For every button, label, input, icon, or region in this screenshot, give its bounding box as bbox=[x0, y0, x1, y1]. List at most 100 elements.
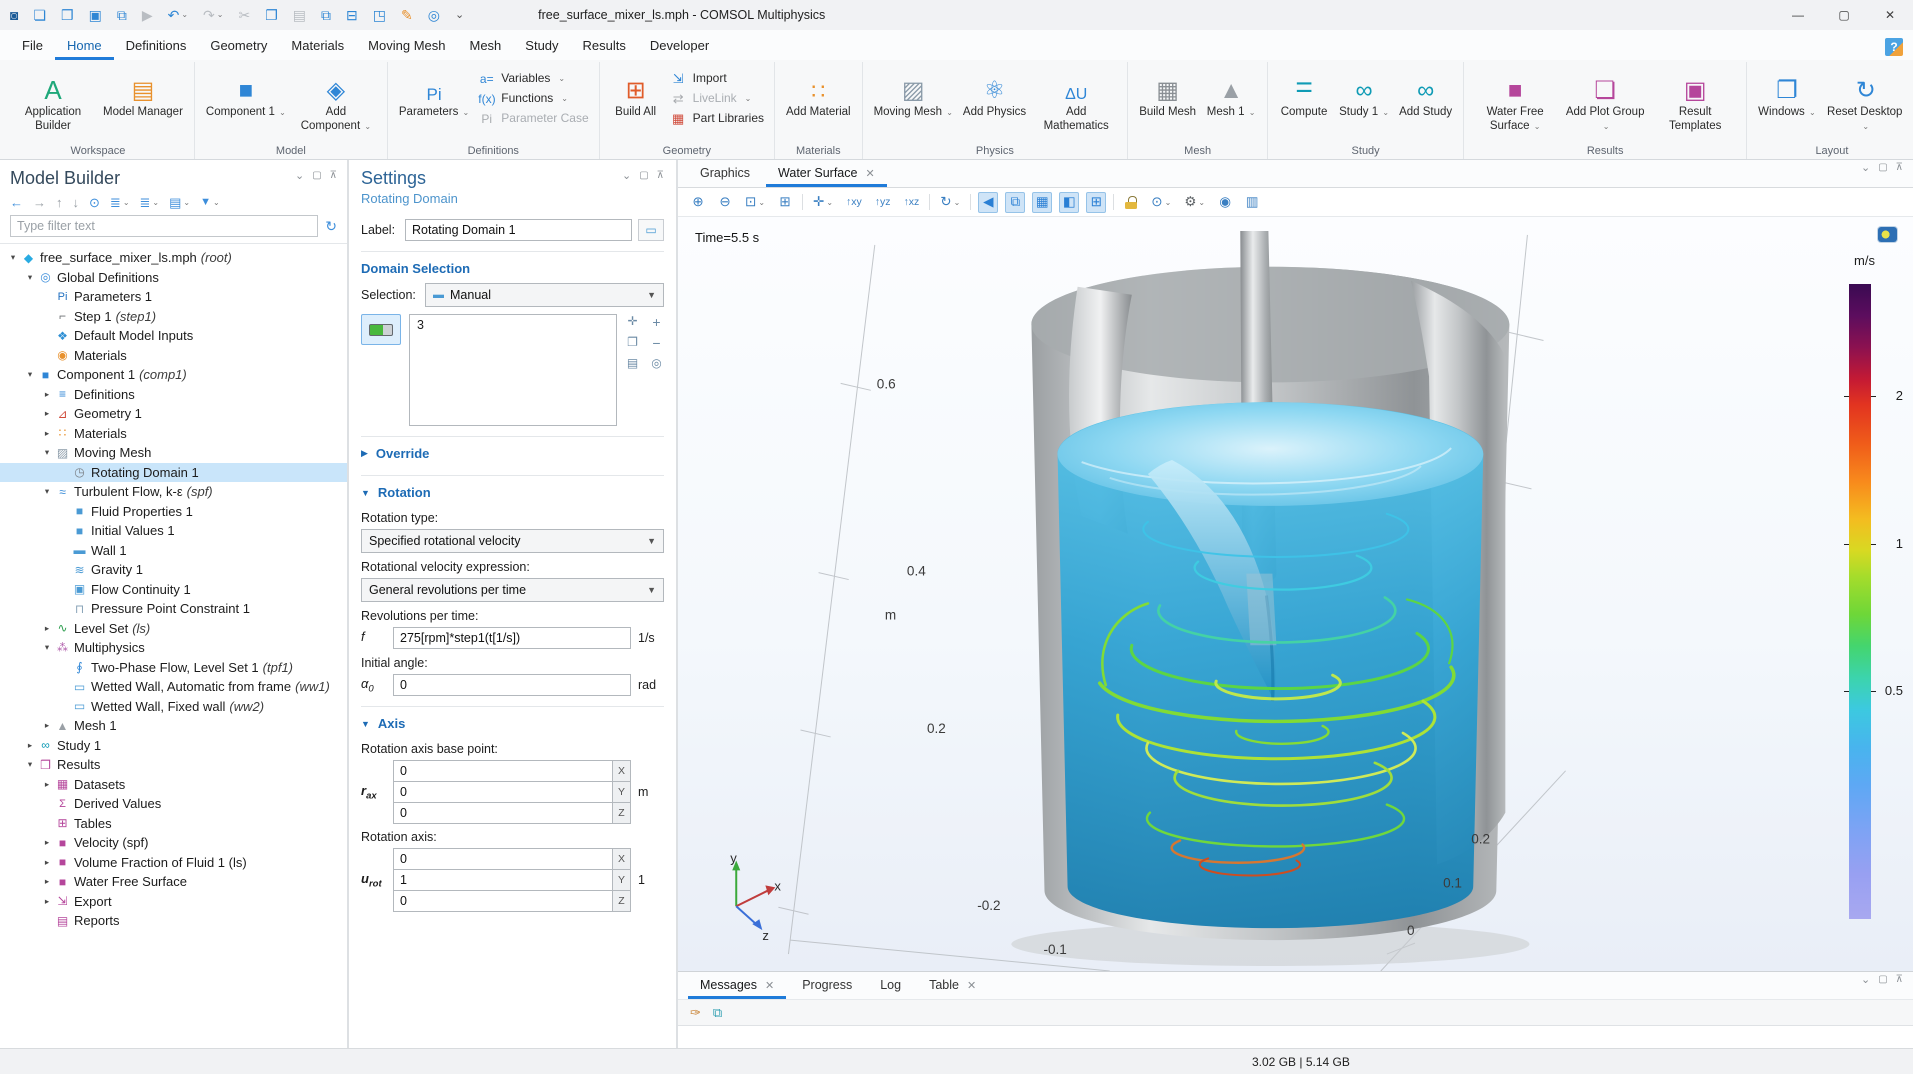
tree-expand-arrow[interactable]: ▸ bbox=[40, 779, 54, 790]
axis-section-header[interactable]: ▼ Axis bbox=[361, 710, 664, 735]
water-free-surface-button[interactable]: ■Water Free Surface ⌄ bbox=[1471, 64, 1559, 142]
snapshot-button[interactable]: ◉ bbox=[1215, 192, 1235, 213]
base-point-y-input[interactable] bbox=[393, 781, 612, 803]
copy-button[interactable]: ❐ bbox=[265, 8, 278, 22]
print-button[interactable]: ▥ bbox=[1242, 192, 1262, 213]
customize-toolbar-button[interactable]: ⌄ bbox=[455, 10, 464, 21]
tree-collapse-arrow[interactable]: ▾ bbox=[23, 369, 37, 380]
menu-tab-moving-mesh[interactable]: Moving Mesh bbox=[356, 32, 457, 60]
tree-collapse-arrow[interactable]: ▾ bbox=[23, 272, 37, 283]
parameters-button[interactable]: PiParameters ⌄ bbox=[395, 64, 473, 142]
visualization-button[interactable]: ⊙⌄ bbox=[1148, 192, 1174, 213]
scene-light-button[interactable]: ◀ bbox=[978, 192, 998, 213]
view-yz-button[interactable]: ↑yz bbox=[872, 192, 894, 213]
information-tab-log[interactable]: Log bbox=[868, 972, 913, 999]
transparency-button[interactable]: ⧉ bbox=[1005, 192, 1025, 213]
result-templates-button[interactable]: ▣Result Templates bbox=[1651, 64, 1739, 142]
view-button[interactable]: ▤⌄ bbox=[169, 196, 190, 209]
select-highlight-button[interactable]: ◧ bbox=[1059, 192, 1079, 213]
zoom-in-button[interactable]: ⊕ bbox=[688, 192, 708, 213]
rotation-section-header[interactable]: ▼ Rotation bbox=[361, 479, 664, 504]
rename-button[interactable]: ▭ bbox=[638, 219, 664, 241]
copy-log-button[interactable]: ⧉ bbox=[713, 1006, 722, 1019]
tree-expand-arrow[interactable]: ▸ bbox=[40, 876, 54, 887]
delete-button[interactable]: ⊟ bbox=[346, 8, 358, 22]
tree-item-free-surface-mixer-ls-mph[interactable]: ▾◆free_surface_mixer_ls.mph(root) bbox=[0, 248, 347, 268]
graphics-tab-graphics[interactable]: Graphics bbox=[688, 160, 762, 187]
tree-expand-arrow[interactable]: ▸ bbox=[40, 837, 54, 848]
model-manager-button[interactable]: ▤Model Manager bbox=[99, 64, 187, 142]
rotation-type-dropdown[interactable]: Specified rotational velocity ▼ bbox=[361, 529, 664, 553]
functions-button[interactable]: f(x)Functions⌄ bbox=[475, 90, 591, 106]
comsol-corner-icon[interactable] bbox=[1878, 227, 1897, 242]
menu-tab-geometry[interactable]: Geometry bbox=[198, 32, 279, 60]
tree-expand-arrow[interactable]: ▸ bbox=[40, 857, 54, 868]
tree-item-component-1[interactable]: ▾■Component 1(comp1) bbox=[0, 365, 347, 385]
zoom-to-selection-button[interactable]: ◎ bbox=[649, 357, 664, 369]
domain-selection-heading[interactable]: Domain Selection bbox=[361, 255, 664, 280]
paint-selection-button[interactable]: ✎ bbox=[401, 8, 413, 22]
tree-expand-arrow[interactable]: ▸ bbox=[40, 428, 54, 439]
build-all-button[interactable]: ⊞Build All bbox=[607, 64, 665, 142]
tree-item-results[interactable]: ▾❒Results bbox=[0, 755, 347, 775]
zoom-out-button[interactable]: ⊖ bbox=[715, 192, 735, 213]
menu-tab-definitions[interactable]: Definitions bbox=[114, 32, 199, 60]
add-mathematics-button[interactable]: ΔUAdd Mathematics bbox=[1032, 64, 1120, 142]
save-as-button[interactable]: ⧉ bbox=[117, 8, 127, 22]
show-button[interactable]: ⊙ bbox=[89, 196, 100, 209]
back-button[interactable]: ← bbox=[10, 196, 23, 209]
remove-from-selection-button[interactable]: − bbox=[649, 336, 664, 350]
graphics-canvas[interactable]: yxz 0.60.4m0.2-0.2-0.10.20.10 Time=5.5 s… bbox=[678, 217, 1913, 971]
tree-item-level-set[interactable]: ▸∿Level Set(ls) bbox=[0, 619, 347, 639]
parameter-case-button[interactable]: PiParameter Case bbox=[475, 110, 591, 126]
tree-item-parameters-1[interactable]: PiParameters 1 bbox=[0, 287, 347, 307]
revolutions-input[interactable] bbox=[393, 627, 631, 649]
pin-icon[interactable]: ⊼ bbox=[1896, 163, 1903, 174]
tree-expand-arrow[interactable]: ▸ bbox=[40, 623, 54, 634]
tree-item-tables[interactable]: ⊞Tables bbox=[0, 814, 347, 834]
pin-icon[interactable]: ⊼ bbox=[657, 171, 664, 182]
add-plot-group-button[interactable]: ❏Add Plot Group ⌄ bbox=[1561, 64, 1649, 142]
part-libraries-button[interactable]: ▦Part Libraries bbox=[667, 110, 767, 126]
comsol-logo-button[interactable]: ◙ bbox=[10, 8, 18, 22]
create-selection-button[interactable]: ✛ bbox=[625, 315, 640, 329]
float-icon[interactable]: ▢ bbox=[1878, 163, 1887, 174]
move-up-button[interactable]: ↑ bbox=[56, 196, 63, 209]
close-tab-icon[interactable]: ✕ bbox=[865, 167, 874, 180]
environment-button[interactable]: ⚙⌄ bbox=[1181, 192, 1208, 213]
rotation-axis-z-input[interactable] bbox=[393, 890, 612, 912]
compute-button[interactable]: =Compute bbox=[1275, 64, 1333, 142]
menu-tab-materials[interactable]: Materials bbox=[279, 32, 356, 60]
mesh-1-button[interactable]: ▲Mesh 1 ⌄ bbox=[1202, 64, 1260, 142]
redo-button[interactable]: ↷⌄ bbox=[203, 8, 223, 22]
tree-item-multiphysics[interactable]: ▾⁂Multiphysics bbox=[0, 638, 347, 658]
tree-item-wetted-wall-fixed-wall[interactable]: ▭Wetted Wall, Fixed wall(ww2) bbox=[0, 697, 347, 717]
tree-item-fluid-properties-1[interactable]: ■Fluid Properties 1 bbox=[0, 502, 347, 522]
expand-button[interactable]: ≣⌄ bbox=[110, 196, 130, 209]
tree-item-global-definitions[interactable]: ▾◎Global Definitions bbox=[0, 268, 347, 288]
help-icon[interactable]: ? bbox=[1885, 38, 1903, 56]
tree-item-moving-mesh[interactable]: ▾▨Moving Mesh bbox=[0, 443, 347, 463]
base-point-z-input[interactable] bbox=[393, 802, 612, 824]
new-file-button[interactable]: ❏ bbox=[33, 8, 46, 22]
tree-collapse-arrow[interactable]: ▾ bbox=[40, 642, 54, 653]
run-button[interactable]: ▶ bbox=[142, 8, 153, 22]
livelink-button[interactable]: ⇄LiveLink⌄ bbox=[667, 90, 767, 106]
tree-expand-arrow[interactable]: ▸ bbox=[40, 896, 54, 907]
windows-button[interactable]: ❐Windows ⌄ bbox=[1754, 64, 1820, 142]
move-down-button[interactable]: ↓ bbox=[73, 196, 80, 209]
tree-item-flow-continuity-1[interactable]: ▣Flow Continuity 1 bbox=[0, 580, 347, 600]
tree-item-rotating-domain-1[interactable]: ◷Rotating Domain 1 bbox=[0, 463, 347, 483]
maximize-button[interactable]: ▢ bbox=[1821, 0, 1867, 30]
application-builder-button[interactable]: AApplication Builder bbox=[9, 64, 97, 142]
add-component-button[interactable]: ◈Add Component ⌄ bbox=[292, 64, 380, 142]
zoom-extents-button[interactable]: ⊞ bbox=[775, 192, 795, 213]
tree-item-materials[interactable]: ▸∷Materials bbox=[0, 424, 347, 444]
information-tab-progress[interactable]: Progress bbox=[790, 972, 864, 999]
view-xy-button[interactable]: ↑xy bbox=[843, 192, 865, 213]
find-button[interactable]: ◎ bbox=[428, 8, 440, 22]
graphics-tab-water-surface[interactable]: Water Surface✕ bbox=[766, 160, 887, 187]
rotation-axis-y-input[interactable] bbox=[393, 869, 612, 891]
add-to-selection-button[interactable]: + bbox=[649, 315, 664, 329]
clear-log-button[interactable]: ✑ bbox=[690, 1006, 701, 1019]
